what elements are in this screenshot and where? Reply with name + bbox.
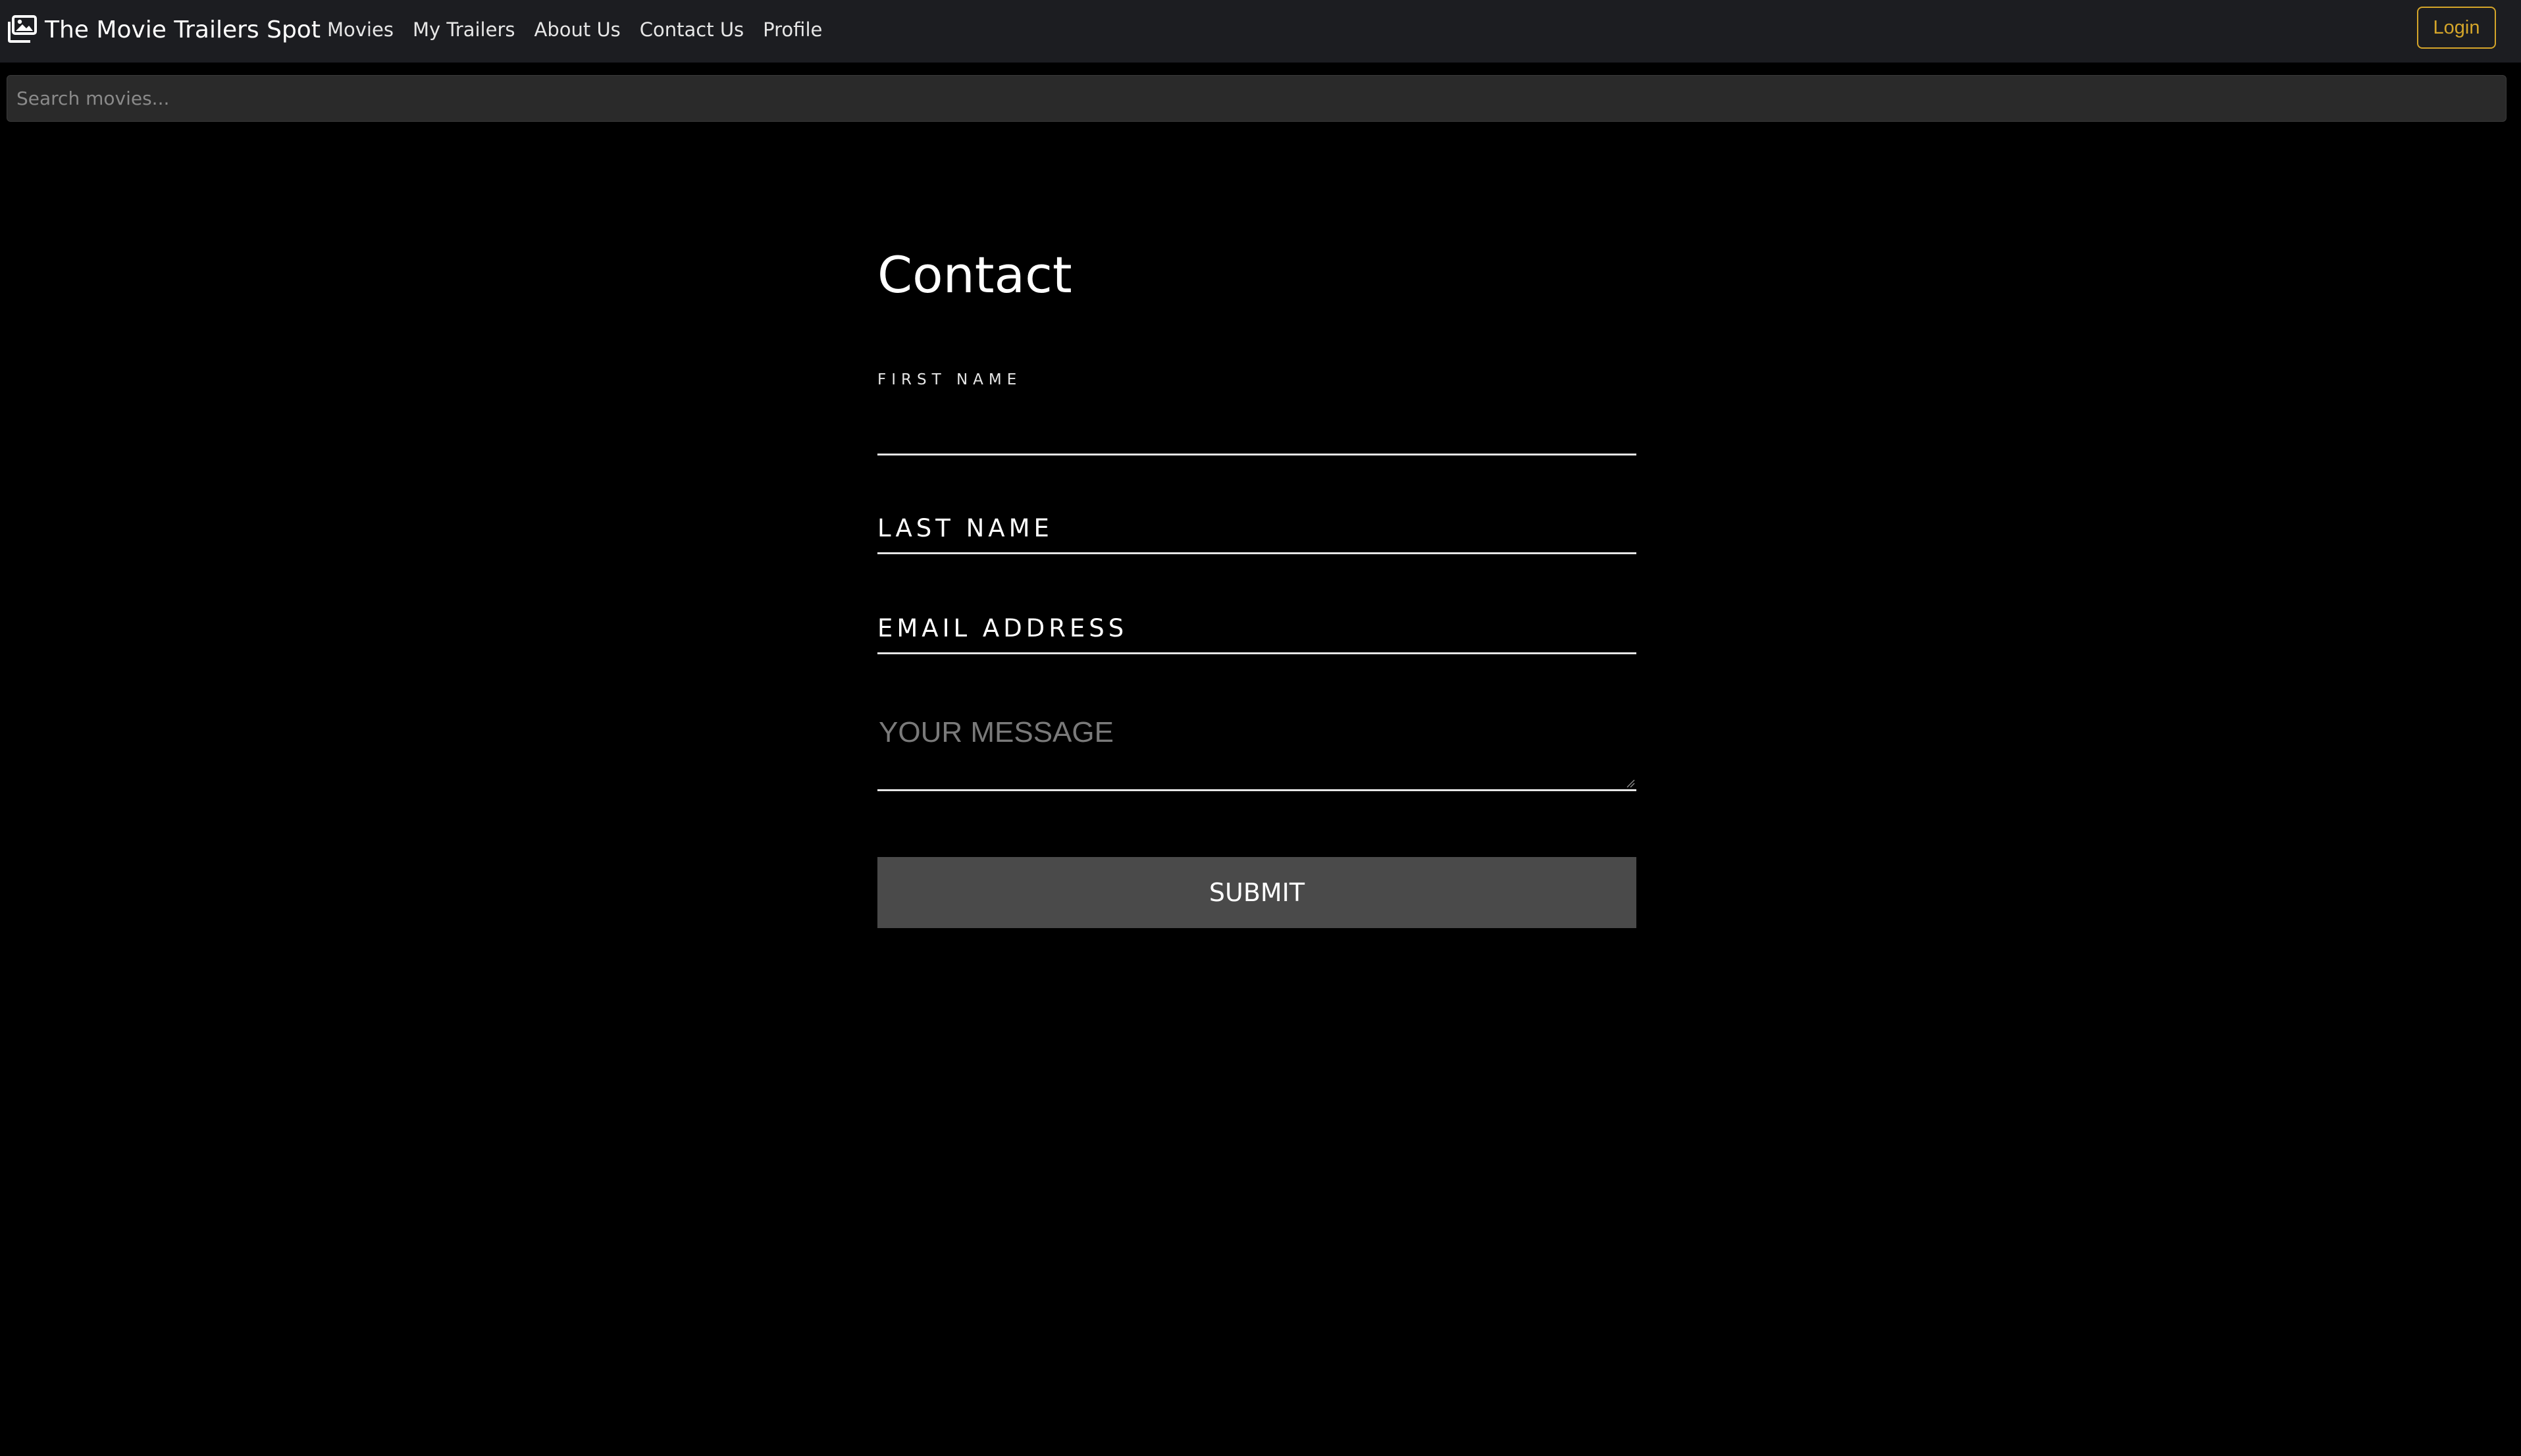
- message-field[interactable]: [877, 704, 1636, 791]
- nav-link-profile[interactable]: Profile: [763, 18, 822, 41]
- brand-name: The Movie Trailers Spot: [45, 16, 321, 43]
- first-name-label: FIRST NAME: [877, 371, 1022, 388]
- nav-link-my-trailers[interactable]: My Trailers: [413, 18, 515, 41]
- nav-link-movies[interactable]: Movies: [327, 18, 394, 41]
- navbar: The Movie Trailers Spot Movies My Traile…: [0, 0, 2521, 63]
- nav-link-contact-us[interactable]: Contact Us: [640, 18, 744, 41]
- nav-links: Movies My Trailers About Us Contact Us P…: [327, 14, 841, 45]
- first-name-field[interactable]: [877, 408, 1636, 455]
- submit-button[interactable]: SUBMIT: [877, 857, 1636, 928]
- last-name-field[interactable]: [877, 504, 1636, 554]
- film-images-icon: [8, 15, 37, 43]
- page-title: Contact: [877, 246, 1072, 304]
- brand-link[interactable]: The Movie Trailers Spot: [7, 13, 321, 46]
- resize-handle-icon[interactable]: [1626, 779, 1635, 788]
- login-button[interactable]: Login: [2417, 7, 2496, 49]
- email-field[interactable]: [877, 604, 1636, 654]
- search-input[interactable]: [7, 75, 2507, 122]
- nav-link-about-us[interactable]: About Us: [534, 18, 620, 41]
